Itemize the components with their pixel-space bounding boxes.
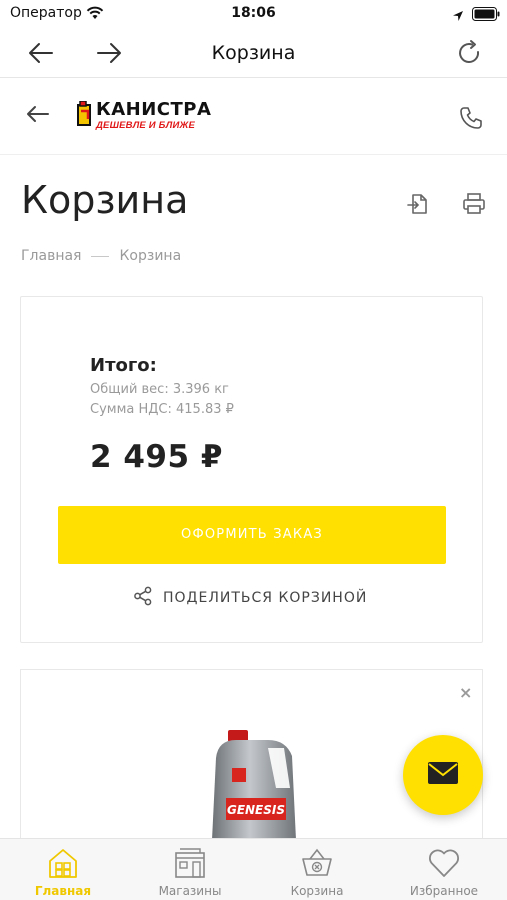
mail-icon [427,761,459,789]
product-image[interactable]: GENESIS [206,728,302,844]
vat-amount: Сумма НДС: 415.83 ₽ [90,402,234,417]
tab-stores[interactable]: Магазины [127,839,253,900]
tab-home[interactable]: Главная [0,839,126,900]
breadcrumb-current: Корзина [119,248,182,264]
share-cart-label: ПОДЕЛИТЬСЯ КОРЗИНОЙ [163,590,368,606]
share-icon [133,586,153,610]
tab-cart-label: Корзина [290,884,344,898]
logo-slogan: ДЕШЕВЛЕ И БЛИЖЕ [96,120,196,131]
tab-favorites[interactable]: Избранное [381,839,507,900]
checkout-button[interactable]: ОФОРМИТЬ ЗАКАЗ [58,506,446,564]
tab-stores-label: Магазины [158,884,222,898]
total-weight: Общий вес: 3.396 кг [90,382,229,397]
home-icon [46,847,80,883]
remove-item-close-icon[interactable]: × [459,683,472,702]
kanistra-logo[interactable]: КАНИСТРА ДЕШЕВЛЕ И БЛИЖЕ [76,99,226,135]
basket-icon [300,847,334,883]
tab-home-label: Главная [34,884,92,898]
mail-button[interactable] [403,735,483,815]
printer-icon[interactable] [462,193,486,219]
browser-toolbar: Корзина [0,28,507,78]
tab-favorites-label: Избранное [409,884,479,898]
logo-mark-icon [76,100,93,131]
phone-icon[interactable] [459,106,483,134]
breadcrumb: Главная Корзина [21,248,181,264]
tab-bar: Главная Магазины Корзина Избранное [0,838,507,900]
total-label: Итого: [90,355,157,376]
location-arrow-icon [452,7,464,26]
browser-page-title: Корзина [211,42,296,64]
order-summary-card: Итого: Общий вес: 3.396 кг Сумма НДС: 41… [20,296,483,643]
share-cart-button[interactable]: ПОДЕЛИТЬСЯ КОРЗИНОЙ [133,586,368,610]
breadcrumb-separator [91,255,110,257]
site-header: КАНИСТРА ДЕШЕВЛЕ И БЛИЖЕ [0,79,507,155]
document-export-icon[interactable] [405,192,429,220]
status-bar: Оператор 18:06 [0,0,507,28]
tab-cart[interactable]: Корзина [254,839,380,900]
breadcrumb-home-link[interactable]: Главная [21,248,81,264]
battery-icon [472,6,500,25]
clock: 18:06 [231,5,276,21]
heart-icon [427,847,461,883]
logo-name: КАНИСТРА [96,99,212,120]
site-back-arrow-icon[interactable] [26,105,50,127]
product-brand-label: GENESIS [227,803,285,817]
reload-icon[interactable] [456,39,484,67]
store-icon [173,847,207,883]
total-price: 2 495 ₽ [90,439,223,475]
page-title: Корзина [21,178,189,222]
